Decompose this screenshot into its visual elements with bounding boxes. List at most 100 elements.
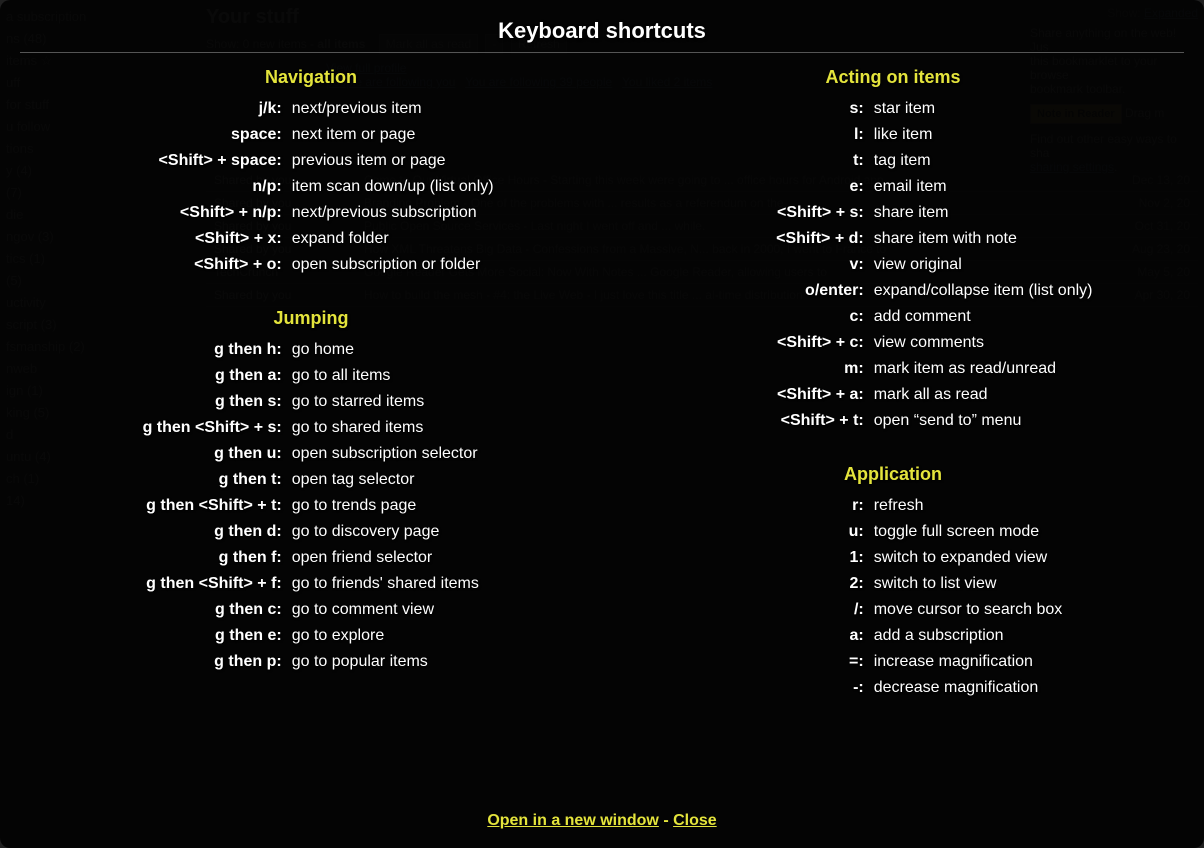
keyboard-shortcuts-modal: Keyboard shortcuts Navigation j/knext/pr… bbox=[0, 0, 1204, 848]
acting-title: Acting on items bbox=[602, 67, 1184, 88]
shortcut-description: move cursor to search box bbox=[870, 597, 1184, 623]
modal-title: Keyboard shortcuts bbox=[20, 18, 1184, 53]
shortcut-description: next/previous item bbox=[288, 96, 602, 122]
acting-shortcut-row: sstar item bbox=[602, 96, 1184, 122]
shortcut-key: u bbox=[602, 519, 870, 545]
jumping-shortcut-row: g then cgo to comment view bbox=[20, 597, 602, 623]
application-shortcut-row: /move cursor to search box bbox=[602, 597, 1184, 623]
shortcut-description: open tag selector bbox=[288, 467, 602, 493]
shortcut-description: add comment bbox=[870, 304, 1184, 330]
shortcut-key: <Shift> + a bbox=[602, 382, 870, 408]
acting-shortcut-row: <Shift> + sshare item bbox=[602, 200, 1184, 226]
shortcut-description: email item bbox=[870, 174, 1184, 200]
jumping-shortcut-row: g then fopen friend selector bbox=[20, 545, 602, 571]
navigation-shortcut-row: <Shift> + xexpand folder bbox=[20, 226, 602, 252]
acting-section: Acting on items sstar itemllike itemttag… bbox=[602, 67, 1184, 434]
shortcut-description: previous item or page bbox=[288, 148, 602, 174]
shortcut-key: <Shift> + d bbox=[602, 226, 870, 252]
shortcut-description: open subscription or folder bbox=[288, 252, 602, 278]
shortcut-description: increase magnification bbox=[870, 649, 1184, 675]
application-shortcut-row: rrefresh bbox=[602, 493, 1184, 519]
shortcut-description: mark item as read/unread bbox=[870, 356, 1184, 382]
acting-shortcut-row: o/enterexpand/collapse item (list only) bbox=[602, 278, 1184, 304]
close-link[interactable]: Close bbox=[673, 812, 717, 829]
shortcut-key: = bbox=[602, 649, 870, 675]
shortcut-description: go to starred items bbox=[288, 389, 602, 415]
acting-shortcut-row: vview original bbox=[602, 252, 1184, 278]
shortcut-key: / bbox=[602, 597, 870, 623]
shortcut-description: go to trends page bbox=[288, 493, 602, 519]
shortcuts-columns: Navigation j/knext/previous itemspacenex… bbox=[20, 67, 1184, 800]
shortcut-description: go to shared items bbox=[288, 415, 602, 441]
jumping-title: Jumping bbox=[20, 308, 602, 329]
shortcut-key: g then a bbox=[20, 363, 288, 389]
shortcut-description: add a subscription bbox=[870, 623, 1184, 649]
application-shortcut-row: utoggle full screen mode bbox=[602, 519, 1184, 545]
application-section: Application rrefreshutoggle full screen … bbox=[602, 464, 1184, 701]
shortcut-key: v bbox=[602, 252, 870, 278]
navigation-shortcut-row: j/knext/previous item bbox=[20, 96, 602, 122]
shortcut-key: <Shift> + s bbox=[602, 200, 870, 226]
shortcut-description: refresh bbox=[870, 493, 1184, 519]
shortcut-description: switch to list view bbox=[870, 571, 1184, 597]
shortcut-key: <Shift> + o bbox=[20, 252, 288, 278]
navigation-section: Navigation j/knext/previous itemspacenex… bbox=[20, 67, 602, 278]
shortcut-description: next/previous subscription bbox=[288, 200, 602, 226]
shortcut-description: decrease magnification bbox=[870, 675, 1184, 701]
jumping-shortcut-row: g then <Shift> + fgo to friends' shared … bbox=[20, 571, 602, 597]
jumping-section: Jumping g then hgo homeg then ago to all… bbox=[20, 308, 602, 675]
shortcut-key: n/p bbox=[20, 174, 288, 200]
shortcut-key: o/enter bbox=[602, 278, 870, 304]
shortcut-description: go to friends' shared items bbox=[288, 571, 602, 597]
shortcut-key: g then s bbox=[20, 389, 288, 415]
acting-shortcut-row: <Shift> + amark all as read bbox=[602, 382, 1184, 408]
shortcut-description: like item bbox=[870, 122, 1184, 148]
shortcut-key: <Shift> + space bbox=[20, 148, 288, 174]
jumping-shortcut-row: g then <Shift> + tgo to trends page bbox=[20, 493, 602, 519]
shortcut-description: go to discovery page bbox=[288, 519, 602, 545]
acting-shortcut-row: llike item bbox=[602, 122, 1184, 148]
jumping-shortcut-row: g then <Shift> + sgo to shared items bbox=[20, 415, 602, 441]
open-new-window-link[interactable]: Open in a new window bbox=[487, 812, 659, 829]
navigation-title: Navigation bbox=[20, 67, 602, 88]
application-shortcut-row: 1switch to expanded view bbox=[602, 545, 1184, 571]
navigation-shortcut-row: spacenext item or page bbox=[20, 122, 602, 148]
shortcut-key: <Shift> + n/p bbox=[20, 200, 288, 226]
shortcut-description: view original bbox=[870, 252, 1184, 278]
acting-shortcut-row: mmark item as read/unread bbox=[602, 356, 1184, 382]
acting-shortcut-row: <Shift> + dshare item with note bbox=[602, 226, 1184, 252]
jumping-shortcut-row: g then ago to all items bbox=[20, 363, 602, 389]
shortcut-description: go home bbox=[288, 337, 602, 363]
shortcut-key: 1 bbox=[602, 545, 870, 571]
shortcut-key: r bbox=[602, 493, 870, 519]
shortcut-key: g then f bbox=[20, 545, 288, 571]
shortcut-key: j/k bbox=[20, 96, 288, 122]
shortcut-key: g then h bbox=[20, 337, 288, 363]
jumping-shortcut-row: g then topen tag selector bbox=[20, 467, 602, 493]
shortcut-description: go to explore bbox=[288, 623, 602, 649]
shortcut-key: s bbox=[602, 96, 870, 122]
application-shortcut-row: =increase magnification bbox=[602, 649, 1184, 675]
shortcut-key: - bbox=[602, 675, 870, 701]
shortcut-description: go to comment view bbox=[288, 597, 602, 623]
shortcut-description: mark all as read bbox=[870, 382, 1184, 408]
shortcut-key: g then e bbox=[20, 623, 288, 649]
shortcut-description: tag item bbox=[870, 148, 1184, 174]
acting-shortcut-row: eemail item bbox=[602, 174, 1184, 200]
acting-shortcut-row: cadd comment bbox=[602, 304, 1184, 330]
shortcut-description: expand folder bbox=[288, 226, 602, 252]
navigation-shortcut-row: <Shift> + spaceprevious item or page bbox=[20, 148, 602, 174]
jumping-shortcut-row: g then pgo to popular items bbox=[20, 649, 602, 675]
shortcut-key: l bbox=[602, 122, 870, 148]
shortcut-key: t bbox=[602, 148, 870, 174]
acting-shortcut-row: <Shift> + cview comments bbox=[602, 330, 1184, 356]
shortcut-key: g then d bbox=[20, 519, 288, 545]
shortcut-description: go to all items bbox=[288, 363, 602, 389]
shortcut-key: <Shift> + t bbox=[602, 408, 870, 434]
jumping-shortcut-row: g then sgo to starred items bbox=[20, 389, 602, 415]
shortcut-description: open subscription selector bbox=[288, 441, 602, 467]
shortcut-key: g then <Shift> + f bbox=[20, 571, 288, 597]
shortcut-description: share item with note bbox=[870, 226, 1184, 252]
acting-shortcut-row: ttag item bbox=[602, 148, 1184, 174]
shortcut-description: open “send to” menu bbox=[870, 408, 1184, 434]
